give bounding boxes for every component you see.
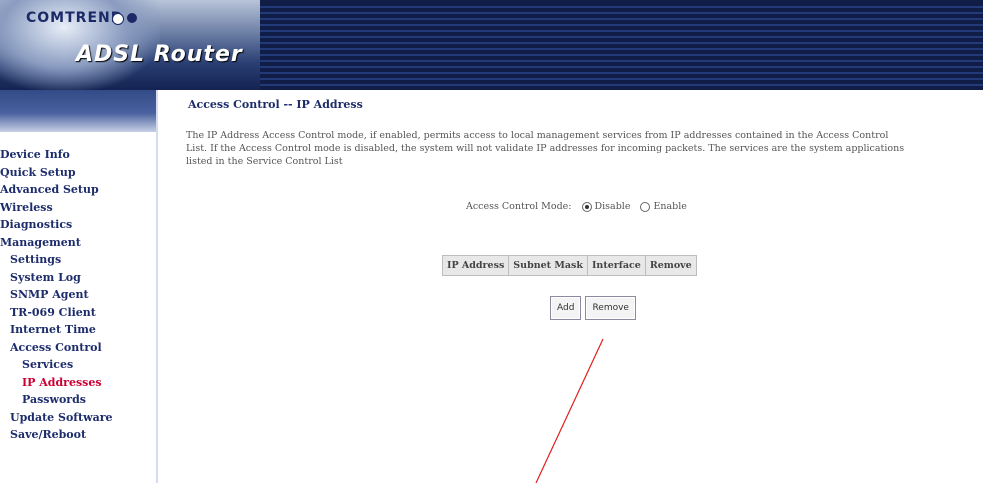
table-header-row: IP Address Subnet Mask Interface Remove — [441, 255, 697, 276]
col-ip-address: IP Address — [441, 255, 510, 276]
sidebar-item-services[interactable]: Services — [0, 356, 156, 374]
sidebar-item-access-control[interactable]: Access Control — [0, 339, 156, 357]
col-interface: Interface — [586, 255, 646, 276]
page-title: Access Control -- IP Address — [188, 98, 363, 111]
description-line: listed in the Service Control List — [186, 156, 343, 167]
brand-logo: COMTREND — [26, 10, 124, 26]
sidebar-item-quick-setup[interactable]: Quick Setup — [0, 164, 156, 182]
mode-label: Access Control Mode: — [466, 201, 572, 212]
ip-address-table: IP Address Subnet Mask Interface Remove — [441, 255, 697, 276]
col-subnet-mask: Subnet Mask — [508, 255, 588, 276]
sidebar-nav: Device Info Quick Setup Advanced Setup Wire… — [0, 146, 156, 444]
product-title: ADSL Router — [76, 42, 243, 67]
sidebar-item-advanced-setup[interactable]: Advanced Setup — [0, 181, 156, 199]
action-buttons: Add Remove — [550, 296, 636, 320]
enable-radio[interactable] — [640, 201, 651, 212]
sidebar-item-diagnostics[interactable]: Diagnostics — [0, 216, 156, 234]
sidebar-item-save-reboot[interactable]: Save/Reboot — [0, 426, 156, 444]
sidebar-header-graphic — [0, 90, 156, 132]
page-description: The IP Address Access Control mode, if e… — [186, 129, 983, 168]
sidebar-item-update-software[interactable]: Update Software — [0, 409, 156, 427]
disable-label: Disable — [594, 201, 631, 212]
disable-radio[interactable] — [581, 201, 592, 212]
description-line: List. If the Access Control mode is disa… — [186, 143, 905, 154]
col-remove: Remove — [644, 255, 697, 276]
remove-button[interactable]: Remove — [585, 296, 636, 320]
description-line: The IP Address Access Control mode, if e… — [186, 130, 889, 141]
sidebar-item-settings[interactable]: Settings — [0, 251, 156, 269]
sidebar-item-system-log[interactable]: System Log — [0, 269, 156, 287]
sidebar: Device Info Quick Setup Advanced Setup Wire… — [0, 90, 158, 483]
enable-label: Enable — [653, 201, 687, 212]
header-banner: COMTREND ADSL Router — [0, 0, 983, 90]
sidebar-item-passwords[interactable]: Passwords — [0, 391, 156, 409]
sidebar-item-snmp-agent[interactable]: SNMP Agent — [0, 286, 156, 304]
brand-dots-icon — [112, 13, 137, 25]
banner-stripes — [165, 6, 983, 86]
sidebar-item-tr-069-client[interactable]: TR-069 Client — [0, 304, 156, 322]
sidebar-item-management[interactable]: Management — [0, 234, 156, 252]
sidebar-item-device-info[interactable]: Device Info — [0, 146, 156, 164]
add-button[interactable]: Add — [550, 296, 582, 320]
sidebar-item-internet-time[interactable]: Internet Time — [0, 321, 156, 339]
sidebar-item-ip-addresses[interactable]: IP Addresses — [0, 374, 156, 392]
access-control-mode: Access Control Mode: Disable Enable — [466, 201, 687, 212]
sidebar-item-wireless[interactable]: Wireless — [0, 199, 156, 217]
